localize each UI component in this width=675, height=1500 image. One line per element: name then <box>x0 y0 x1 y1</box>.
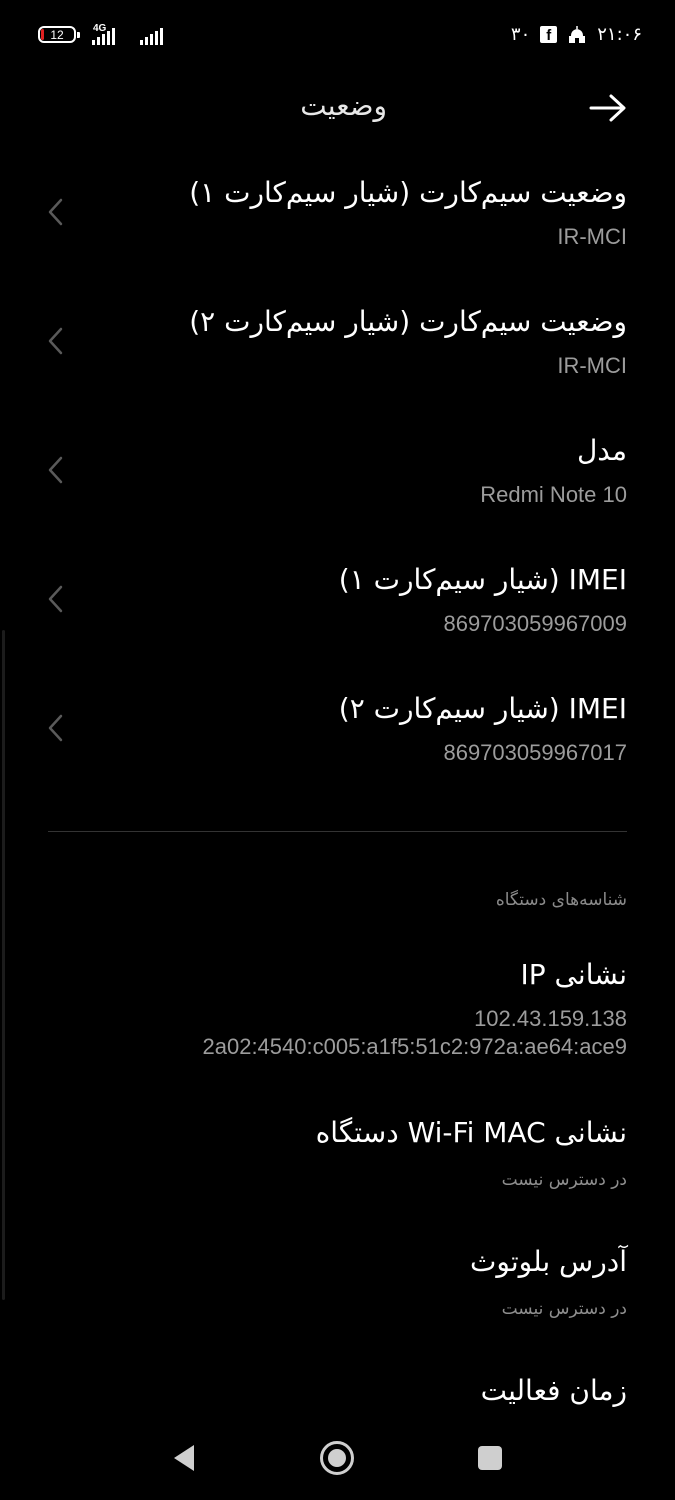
header: وضعیت <box>0 80 675 136</box>
list-item-value: IR-MCI <box>557 353 627 378</box>
list-item-title: وضعیت سیم‌کارت (شیار سیم‌کارت ۱) <box>189 176 627 209</box>
divider <box>48 831 627 832</box>
list-item-title: مدل <box>576 434 627 467</box>
battery-level: 12 <box>50 27 64 42</box>
list-item-value: IR-MCI <box>557 224 627 249</box>
nav-home-button[interactable] <box>315 1436 359 1480</box>
page-title: وضعیت <box>300 89 387 122</box>
home-circle-icon <box>320 1441 354 1475</box>
list-item-value: در دسترس نیست <box>501 1170 627 1190</box>
back-triangle-icon <box>174 1445 194 1471</box>
facebook-icon: f <box>540 26 558 43</box>
chevron-left-icon <box>44 454 66 486</box>
chevron-left-icon <box>44 583 66 615</box>
list-item-sim1-status[interactable]: وضعیت سیم‌کارت (شیار سیم‌کارت ۱) IR-MCI <box>0 176 675 296</box>
mosque-icon <box>567 25 587 45</box>
signal-icon <box>92 28 115 45</box>
chevron-left-icon <box>44 196 66 228</box>
back-button[interactable] <box>587 88 629 128</box>
clock: ۲۱:۰۶ <box>597 24 642 45</box>
navigation-bar <box>0 1428 675 1488</box>
list-item-value: 869703059967009 <box>443 611 627 636</box>
list-item-wifi-mac[interactable]: نشانی Wi-Fi MAC دستگاه در دسترس نیست <box>0 1116 675 1236</box>
recents-square-icon <box>478 1446 502 1470</box>
nav-back-button[interactable] <box>162 1436 206 1480</box>
chevron-left-icon <box>44 325 66 357</box>
list-item-uptime[interactable]: زمان فعالیت <box>0 1374 675 1424</box>
status-bar: 12 4G ۳۰ f ۲۱:۰۶ <box>38 22 642 50</box>
list-item-value-ipv4: 102.43.159.138 <box>474 1006 627 1031</box>
list-item-model[interactable]: مدل Redmi Note 10 <box>0 434 675 554</box>
list-item-title: نشانی Wi-Fi MAC دستگاه <box>315 1116 627 1149</box>
battery-tip <box>77 32 80 38</box>
list-item-ip-address[interactable]: نشانی IP 102.43.159.138 2a02:4540:c005:a… <box>0 958 675 1068</box>
list-item-title: وضعیت سیم‌کارت (شیار سیم‌کارت ۲) <box>189 305 627 338</box>
status-right-group: ۳۰ f ۲۱:۰۶ <box>511 24 642 45</box>
section-header-device-identifiers: شناسه‌های دستگاه <box>495 890 627 910</box>
list-item-title: IMEI (شیار سیم‌کارت ۱) <box>338 563 627 596</box>
list-item-value: Redmi Note 10 <box>480 482 627 507</box>
arrow-right-icon <box>589 94 626 122</box>
scrollbar[interactable] <box>2 630 5 1300</box>
battery-icon: 12 <box>38 26 76 43</box>
nav-recents-button[interactable] <box>468 1436 512 1480</box>
list-item-sim2-status[interactable]: وضعیت سیم‌کارت (شیار سیم‌کارت ۲) IR-MCI <box>0 305 675 425</box>
list-item-title: IMEI (شیار سیم‌کارت ۲) <box>338 692 627 725</box>
list-item-imei1[interactable]: IMEI (شیار سیم‌کارت ۱) 869703059967009 <box>0 563 675 683</box>
list-item-bluetooth-address[interactable]: آدرس بلوتوث در دسترس نیست <box>0 1245 675 1365</box>
chevron-left-icon <box>44 712 66 744</box>
list-item-title: نشانی IP <box>520 958 628 991</box>
list-item-value: 869703059967017 <box>443 740 627 765</box>
list-item-title: آدرس بلوتوث <box>470 1245 627 1278</box>
list-item-value-ipv6: 2a02:4540:c005:a1f5:51c2:972a:ae64:ace9 <box>202 1034 628 1059</box>
list-item-value: در دسترس نیست <box>501 1299 627 1319</box>
signal-icon <box>140 28 163 45</box>
list-item-imei2[interactable]: IMEI (شیار سیم‌کارت ۲) 869703059967017 <box>0 692 675 812</box>
notification-count: ۳۰ <box>510 24 531 45</box>
list-item-title: زمان فعالیت <box>480 1374 627 1407</box>
